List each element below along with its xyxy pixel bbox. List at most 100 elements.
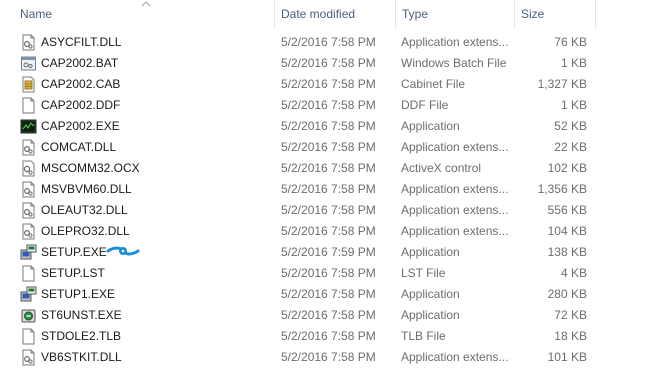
- file-type: Cabinet File: [401, 77, 466, 91]
- sort-ascending-icon: [141, 1, 151, 7]
- file-date-modified: 5/2/2016 7:58 PM: [281, 287, 376, 301]
- file-size: 52 KB: [554, 119, 587, 133]
- file-name: STDOLE2.TLB: [41, 329, 122, 343]
- column-divider[interactable]: [595, 0, 596, 28]
- file-row[interactable]: ASYCFILT.DLL 5/2/2016 7:58 PM Application …: [0, 32, 600, 53]
- file-size: 102 KB: [547, 161, 587, 175]
- blank-file-icon: [20, 265, 37, 282]
- file-name: SETUP.LST: [41, 266, 105, 280]
- file-type: TLB File: [401, 329, 446, 343]
- file-type: ActiveX control: [401, 161, 482, 175]
- file-date-modified: 5/2/2016 7:59 PM: [281, 245, 376, 259]
- file-name: CAP2002.EXE: [41, 119, 120, 133]
- batch-file-icon: [20, 55, 37, 72]
- file-date-modified: 5/2/2016 7:58 PM: [281, 266, 376, 280]
- file-type: Application extens...: [401, 203, 509, 217]
- file-name: SETUP1.EXE: [41, 287, 116, 301]
- file-row[interactable]: STDOLE2.TLB 5/2/2016 7:58 PM TLB File 18 KB: [0, 326, 600, 347]
- file-size: 18 KB: [554, 329, 587, 343]
- file-row[interactable]: OLEAUT32.DLL 5/2/2016 7:58 PM Application …: [0, 200, 600, 221]
- setup-app-icon: [20, 244, 37, 261]
- file-name: CAP2002.BAT: [41, 56, 119, 70]
- uninstall-app-icon: [20, 307, 37, 324]
- file-date-modified: 5/2/2016 7:58 PM: [281, 308, 376, 322]
- file-row[interactable]: SETUP.LST 5/2/2016 7:58 PM LST File 4 KB: [0, 263, 600, 284]
- file-type: Application extens...: [401, 224, 509, 238]
- file-type: Application: [401, 119, 460, 133]
- blank-file-icon: [20, 97, 37, 114]
- file-type: Application: [401, 245, 460, 259]
- column-header-size[interactable]: Size: [515, 0, 595, 28]
- file-row[interactable]: MSVBVM60.DLL 5/2/2016 7:58 PM Application …: [0, 179, 600, 200]
- file-type: Application: [401, 308, 460, 322]
- file-size: 280 KB: [547, 287, 587, 301]
- file-row[interactable]: CAP2002.EXE 5/2/2016 7:58 PM Application 52…: [0, 116, 600, 137]
- file-type: Application extens...: [401, 350, 509, 364]
- file-row[interactable]: ST6UNST.EXE 5/2/2016 7:58 PM Application 72…: [0, 305, 600, 326]
- dll-file-icon: [20, 34, 37, 51]
- file-type: Windows Batch File: [401, 56, 507, 70]
- file-size: 22 KB: [554, 140, 587, 154]
- file-size: 72 KB: [554, 308, 587, 322]
- file-date-modified: 5/2/2016 7:58 PM: [281, 119, 376, 133]
- ocx-file-icon: [20, 160, 37, 177]
- file-size: 1,327 KB: [537, 77, 587, 91]
- file-row[interactable]: CAP2002.BAT 5/2/2016 7:58 PM Windows Batch…: [0, 53, 600, 74]
- file-type: LST File: [401, 266, 446, 280]
- file-type: Application extens...: [401, 35, 509, 49]
- file-type: Application extens...: [401, 182, 509, 196]
- file-size: 101 KB: [547, 350, 587, 364]
- file-type: Application extens...: [401, 140, 509, 154]
- file-date-modified: 5/2/2016 7:58 PM: [281, 161, 376, 175]
- file-size: 1 KB: [560, 98, 587, 112]
- file-name: SETUP.EXE: [41, 245, 107, 259]
- file-name: ST6UNST.EXE: [41, 308, 122, 322]
- file-date-modified: 5/2/2016 7:58 PM: [281, 98, 376, 112]
- dll-file-icon: [20, 349, 37, 366]
- file-type: DDF File: [401, 98, 449, 112]
- column-header-date-modified[interactable]: Date modified: [275, 0, 395, 28]
- file-name: MSCOMM32.OCX: [41, 161, 140, 175]
- file-size: 138 KB: [547, 245, 587, 259]
- dll-file-icon: [20, 139, 37, 156]
- file-name: OLEAUT32.DLL: [41, 203, 128, 217]
- file-date-modified: 5/2/2016 7:58 PM: [281, 329, 376, 343]
- file-name: ASYCFILT.DLL: [41, 35, 122, 49]
- file-row[interactable]: SETUP.EXE 5/2/2016 7:59 PM Application 138 …: [0, 242, 600, 263]
- file-row[interactable]: CAP2002.CAB 5/2/2016 7:58 PM Cabinet File 1…: [0, 74, 600, 95]
- annotation-arrow-icon: [106, 246, 140, 256]
- file-name: VB6STKIT.DLL: [41, 350, 122, 364]
- exe-app-icon: [20, 118, 37, 135]
- file-row[interactable]: COMCAT.DLL 5/2/2016 7:58 PM Application ex…: [0, 137, 600, 158]
- file-name: COMCAT.DLL: [41, 140, 117, 154]
- file-type: Application: [401, 287, 460, 301]
- file-size: 556 KB: [547, 203, 587, 217]
- column-header-bar: Name Date modified Type Size: [0, 0, 663, 28]
- dll-file-icon: [20, 181, 37, 198]
- blank-file-icon: [20, 328, 37, 345]
- setup-app-icon: [20, 286, 37, 303]
- file-date-modified: 5/2/2016 7:58 PM: [281, 224, 376, 238]
- file-date-modified: 5/2/2016 7:58 PM: [281, 35, 376, 49]
- column-header-type[interactable]: Type: [396, 0, 514, 28]
- file-size: 1,356 KB: [537, 182, 587, 196]
- file-size: 104 KB: [547, 224, 587, 238]
- file-size: 1 KB: [560, 56, 587, 70]
- file-row[interactable]: VB6STKIT.DLL 5/2/2016 7:58 PM Application …: [0, 347, 600, 368]
- file-date-modified: 5/2/2016 7:58 PM: [281, 182, 376, 196]
- file-row[interactable]: CAP2002.DDF 5/2/2016 7:58 PM DDF File 1 KB: [0, 95, 600, 116]
- file-date-modified: 5/2/2016 7:58 PM: [281, 77, 376, 91]
- file-row[interactable]: SETUP1.EXE 5/2/2016 7:58 PM Application 280…: [0, 284, 600, 305]
- file-name: CAP2002.DDF: [41, 98, 121, 112]
- file-size: 4 KB: [560, 266, 587, 280]
- file-date-modified: 5/2/2016 7:58 PM: [281, 56, 376, 70]
- file-name: MSVBVM60.DLL: [41, 182, 132, 196]
- file-row[interactable]: MSCOMM32.OCX 5/2/2016 7:58 PM ActiveX cont…: [0, 158, 600, 179]
- file-name: CAP2002.CAB: [41, 77, 121, 91]
- file-date-modified: 5/2/2016 7:58 PM: [281, 350, 376, 364]
- file-date-modified: 5/2/2016 7:58 PM: [281, 140, 376, 154]
- file-row[interactable]: OLEPRO32.DLL 5/2/2016 7:58 PM Application …: [0, 221, 600, 242]
- dll-file-icon: [20, 202, 37, 219]
- dll-file-icon: [20, 223, 37, 240]
- file-size: 76 KB: [554, 35, 587, 49]
